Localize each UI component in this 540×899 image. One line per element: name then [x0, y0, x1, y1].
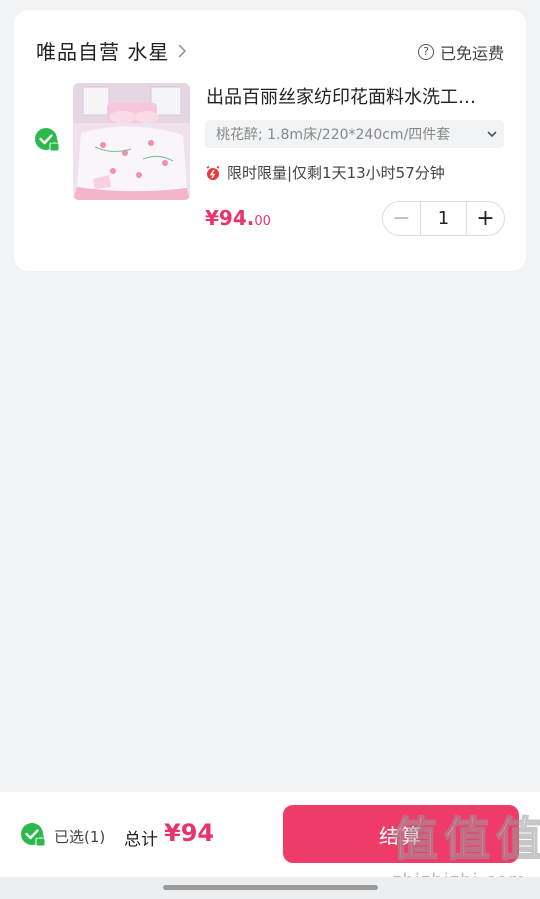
selected-count: 已选(1) [54, 828, 106, 846]
home-indicator[interactable] [163, 885, 378, 890]
product-image[interactable] [73, 83, 190, 200]
sku-selector[interactable]: 桃花醉; 1.8m床/220*240cm/四件套 [205, 120, 504, 148]
price-cents: 00 [254, 214, 271, 229]
sku-text: 桃花醉; 1.8m床/220*240cm/四件套 [216, 127, 451, 143]
product-title[interactable]: 出品百丽丝家纺印花面料水洗工… [206, 83, 506, 109]
limited-time-notice: 限时限量|仅剩1天13小时57分钟 [205, 162, 445, 183]
chevron-right-icon [178, 43, 187, 58]
price-main: ¥94. [205, 206, 255, 230]
watermark-char: 值 [391, 812, 439, 866]
free-shipping-info[interactable]: ? 已免运费 [417, 40, 504, 64]
decrement-button[interactable]: − [383, 202, 420, 235]
shop-name[interactable]: 唯品自营 水星 [36, 36, 169, 65]
total-label: 总计 [124, 830, 158, 850]
cart-shop-card: 唯品自营 水星 ? 已免运费 出品百丽丝家纺印花面料水洗工… 桃花醉; 1.8m… [14, 10, 526, 271]
watermark-logo: 值 值 值 [391, 812, 540, 866]
item-checked-icon[interactable] [34, 127, 60, 153]
increment-button[interactable]: + [467, 202, 504, 235]
alarm-clock-icon [206, 165, 220, 180]
product-price: ¥94.00 [205, 206, 271, 230]
watermark-char: 值 [495, 812, 540, 866]
total-price: ¥94 [164, 819, 215, 847]
shop-header[interactable]: 唯品自营 水星 [36, 36, 187, 65]
chevron-down-icon [487, 131, 497, 138]
limited-time-text: 限时限量|仅剩1天13小时57分钟 [227, 164, 445, 182]
free-shipping-label: 已免运费 [439, 44, 504, 63]
quantity-stepper[interactable]: − 1 + [382, 201, 505, 236]
select-all-checked-icon[interactable] [20, 822, 46, 848]
home-indicator-area [0, 877, 540, 899]
quantity-value[interactable]: 1 [420, 202, 467, 235]
bedding-image [73, 83, 190, 200]
question-icon[interactable]: ? [417, 44, 434, 60]
watermark-char: 值 [443, 812, 491, 866]
